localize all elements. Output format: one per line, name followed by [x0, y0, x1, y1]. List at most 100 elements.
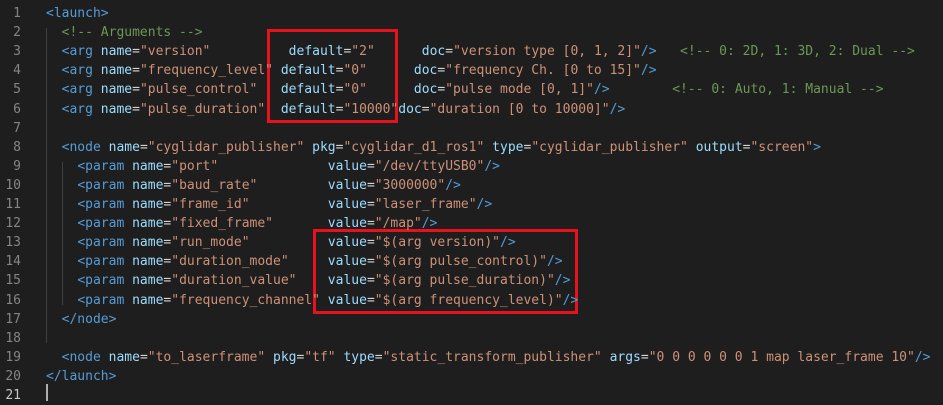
code-token: "screen" — [750, 139, 814, 155]
code-token: = — [132, 82, 140, 98]
code-token: name — [132, 177, 164, 193]
code-line[interactable]: <param name="duration_value" value="$(ar… — [46, 271, 570, 290]
code-token: doc — [421, 44, 446, 60]
code-line[interactable]: <param name="baud_rate" value="3000000"/… — [46, 176, 461, 195]
code-token: /> — [640, 63, 657, 79]
code-token: <param — [77, 273, 133, 289]
code-token: "$(arg pulse_control)" — [374, 254, 547, 270]
code-token: "frequency_channel" — [171, 292, 320, 308]
code-token: name — [108, 139, 140, 155]
code-token: = — [139, 139, 148, 155]
code-token: <arg — [61, 82, 101, 98]
code-token: = — [366, 235, 375, 251]
code-line[interactable]: <param name="fixed_frame" value="/map"/> — [46, 214, 437, 233]
code-token: "duration_mode" — [171, 254, 289, 270]
code-token: /> — [421, 216, 438, 232]
code-line[interactable]: <node name="cyglidar_publisher" pkg="cyg… — [46, 138, 821, 157]
code-token: > — [813, 139, 821, 155]
code-token: <node — [61, 349, 109, 365]
code-token: = — [366, 273, 375, 289]
code-token: <!-- 0: Auto, 1: Manual --> — [672, 82, 884, 98]
code-token: type — [343, 349, 375, 365]
code-token: default — [280, 82, 336, 98]
code-token: = — [132, 44, 140, 60]
code-token: "run_mode" — [171, 235, 250, 251]
code-line[interactable]: </node> — [46, 310, 117, 329]
code-line[interactable]: <param name="duration_mode" value="$(arg… — [46, 252, 563, 271]
code-line[interactable]: <arg name="pulse_control" default="0" do… — [46, 80, 884, 99]
code-area[interactable]: <launch> <!-- Arguments --> <arg name="v… — [0, 0, 943, 404]
code-token: /> — [484, 158, 500, 174]
code-token: = — [139, 349, 148, 365]
code-token: "tf" — [304, 349, 336, 365]
code-token: <!-- Arguments --> — [46, 25, 203, 41]
code-token: = — [374, 349, 383, 365]
code-token: value — [327, 292, 367, 308]
code-token: /> — [562, 292, 579, 308]
code-line[interactable]: <arg name="pulse_duration" default="1000… — [46, 100, 626, 119]
code-token: "version" — [139, 44, 211, 60]
code-token: "0" — [343, 63, 367, 79]
code-token: /> — [640, 44, 657, 60]
code-token: /> — [476, 197, 493, 212]
code-token: /> — [500, 235, 516, 251]
code-token: </launch> — [46, 368, 117, 384]
code-token: name — [100, 44, 133, 60]
code-line[interactable]: <node name="to_laserframe" pkg="tf" type… — [46, 348, 931, 367]
code-token: "duration [0 to 10000]" — [429, 101, 610, 117]
code-line[interactable]: <param name="port" value="/dev/ttyUSB0"/… — [46, 157, 500, 176]
code-token: /> — [546, 254, 563, 270]
code-token: "static_transform_publisher" — [382, 349, 602, 365]
code-token: name — [132, 235, 164, 251]
code-token: "3000000" — [374, 177, 446, 193]
code-token: "$(arg pulse_duration)" — [374, 273, 555, 289]
code-token: <param — [77, 235, 133, 251]
code-token: "laser_frame" — [374, 197, 477, 212]
code-token: <arg — [61, 101, 101, 117]
code-token: doc — [413, 63, 438, 79]
code-token: = — [421, 101, 430, 117]
code-line[interactable]: <param name="frequency_channel" value="$… — [46, 291, 578, 310]
code-line[interactable]: <!-- Arguments --> — [46, 23, 203, 42]
code-token: = — [366, 292, 375, 308]
code-line[interactable]: <launch> — [46, 4, 109, 23]
code-token: "/map" — [374, 216, 422, 232]
code-token: = — [445, 44, 454, 60]
code-token: <node — [61, 139, 109, 155]
code-token: doc — [398, 101, 422, 117]
code-token: "2" — [351, 44, 375, 60]
code-line[interactable]: </launch> — [46, 367, 116, 386]
code-token: name — [132, 292, 164, 308]
code-token: "cyglidar_publisher" — [147, 139, 305, 155]
code-editor[interactable]: 1 2 3 4 5 6 7 8 9 10 11 12 13 14 15 16 17 18 19 20 21 <launc… — [0, 0, 943, 404]
code-token: value — [327, 235, 367, 251]
code-token: pkg — [312, 139, 336, 155]
code-token: output — [695, 139, 743, 155]
code-line[interactable]: <arg name="version" default="2" doc="ver… — [46, 42, 915, 61]
code-line[interactable]: <arg name="frequency_level" default="0" … — [46, 61, 657, 80]
code-line[interactable]: <param name="run_mode" value="$(arg vers… — [46, 233, 516, 252]
code-token: /> — [593, 82, 610, 98]
code-token: <arg — [61, 44, 101, 60]
code-line[interactable]: <param name="frame_id" value="laser_fram… — [46, 195, 492, 214]
code-token: "0 0 0 0 0 0 1 map laser_frame 10" — [648, 349, 915, 365]
code-token: = — [366, 158, 375, 174]
code-token: value — [327, 177, 367, 193]
code-token: "port" — [171, 158, 219, 174]
code-token: </node> — [61, 311, 117, 327]
